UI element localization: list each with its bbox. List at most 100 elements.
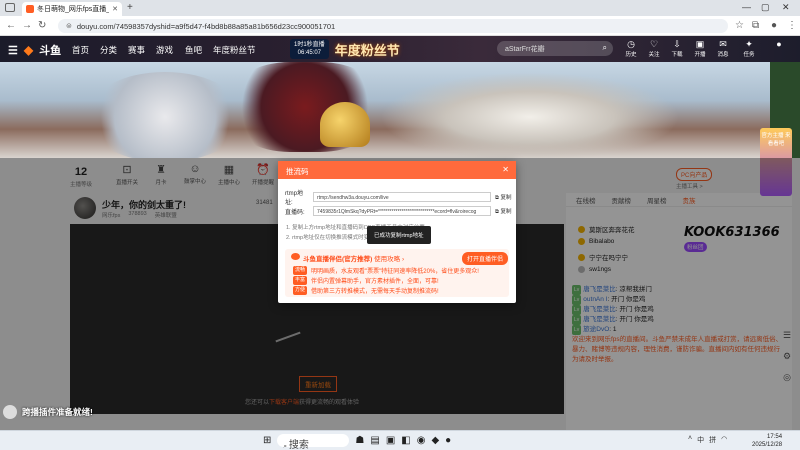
dialog-title: 推流码 — [286, 167, 309, 176]
copy-label: 复制 — [500, 208, 512, 215]
copy-code-button[interactable]: ⧉ 复制 — [495, 207, 511, 216]
festival-countdown: 1时1秒直播 06:45:07 — [290, 39, 329, 59]
app-store-icon[interactable]: ◧ — [401, 435, 410, 446]
tab-close-icon[interactable]: ✕ — [112, 5, 118, 13]
nav-games[interactable]: 游戏 — [156, 44, 173, 56]
tab-actions-icon[interactable] — [5, 3, 15, 12]
copied-toast: 已成功复制rtmp地址 — [367, 226, 431, 244]
profile-icon[interactable]: ● — [771, 20, 777, 31]
maximize-icon[interactable]: ▢ — [761, 2, 770, 13]
companion-title: 斗鱼直播伴侣(官方推荐) 使用攻略 › — [303, 253, 404, 263]
feature-line: 丰富 伴侣内置弹幕助手，官方素材插件，全面，可靠! — [293, 276, 439, 285]
app-obs-icon[interactable]: ● — [445, 435, 451, 446]
douyu-app-icon[interactable]: ◆ — [431, 435, 439, 446]
browser-tabbar: 冬日萌物_网乐fps直播_网乐fps... ✕ + — ▢ ✕ — [0, 0, 800, 16]
nav-category[interactable]: 分类 — [100, 44, 117, 56]
messages-label: 消息 — [717, 52, 729, 58]
close-icon[interactable]: ✕ — [502, 165, 509, 174]
copy-label: 复制 — [500, 194, 512, 201]
system-tray: ˄ 中 拼 ◠ — [688, 435, 727, 445]
tasks-button[interactable]: ✦ 任务 — [738, 39, 760, 58]
app-terminal-icon[interactable]: ▣ — [386, 435, 395, 446]
search-input[interactable]: aStarFrr花瓣 ⌕ — [497, 41, 613, 56]
dialog-header: 推流码 — [278, 161, 516, 179]
search-placeholder: aStarFrr花瓣 — [505, 46, 545, 53]
hamburger-icon[interactable]: ☰ — [8, 44, 18, 57]
search-icon[interactable]: ⌕ — [603, 43, 607, 53]
feature-text: 伴侣内置弹幕助手，官方素材插件，全面，可靠! — [311, 279, 439, 285]
clock-date: 2025/12/28 — [752, 442, 783, 448]
taskbar-search[interactable]: ⌕ 搜索 — [277, 434, 350, 450]
rtmp-row: rtmp地址: rtmp://sendhw3a.douyu.com/live ⧉… — [285, 188, 511, 206]
feature-tag: 丰富 — [293, 276, 308, 285]
app-game-icon[interactable]: ☗ — [355, 435, 364, 446]
menu-kebab-icon[interactable]: ⋮ — [787, 20, 797, 31]
bell-art — [320, 102, 370, 147]
open-companion-button[interactable]: 打开直播伴侣 — [462, 252, 509, 265]
extensions-icon[interactable]: ⧉ — [752, 20, 759, 31]
nav-fan-festival[interactable]: 年度粉丝节 — [213, 44, 256, 56]
companion-guide-link[interactable]: 使用攻略 › — [374, 256, 404, 263]
go-live-button[interactable]: ▣ 开播 — [689, 39, 711, 58]
ime-indicator[interactable]: 中 — [697, 435, 704, 445]
douyu-favicon-icon — [26, 5, 34, 13]
companion-app-promo: 斗鱼直播伴侣(官方推荐) 使用攻略 › 打开直播伴侣 流畅 明明画质，水友观看"票… — [285, 249, 509, 297]
stream-code-row: 直播码: 7459835r1QlmSkq?dyPRt=*************… — [285, 206, 511, 216]
chrome-icon[interactable]: ◉ — [417, 435, 426, 446]
wifi-icon[interactable]: ◠ — [721, 435, 727, 445]
address-bar-row: ← → ↻ ⊜ douyu.com/74598357dyshid=a9f5d47… — [0, 16, 800, 36]
ime-mode[interactable]: 拼 — [709, 435, 716, 445]
avatar-icon: ● — [776, 39, 782, 49]
rtmp-label: rtmp地址: — [285, 191, 304, 206]
site-info-icon[interactable]: ⊜ — [66, 22, 72, 30]
copy-icon: ⧉ — [495, 194, 499, 201]
minimize-icon[interactable]: — — [742, 2, 751, 12]
url-text: douyu.com/74598357dyshid=a9f5d47-f4bd8b8… — [76, 21, 336, 31]
douyu-companion-icon — [291, 253, 300, 260]
user-avatar[interactable]: ● — [768, 39, 790, 49]
download-label: 下载 — [671, 52, 683, 58]
windows-start-icon[interactable]: ⊞ — [263, 435, 271, 446]
history-button[interactable]: ◷ 历史 — [620, 39, 642, 58]
new-tab-button[interactable]: + — [127, 2, 133, 13]
feature-tag: 流畅 — [293, 266, 308, 275]
copy-rtmp-button[interactable]: ⧉ 复制 — [495, 193, 511, 202]
go-live-label: 开播 — [694, 52, 706, 58]
follow-list-button[interactable]: ♡ 关注 — [643, 39, 665, 58]
browser-tab-active[interactable]: 冬日萌物_网乐fps直播_网乐fps... ✕ — [22, 2, 122, 16]
snow-cloud-art — [380, 72, 680, 158]
stream-key-dialog: 推流码 ✕ rtmp地址: rtmp://sendhw3a.douyu.com/… — [278, 161, 516, 303]
tray-chevron-icon[interactable]: ˄ — [688, 435, 692, 445]
nav-events[interactable]: 赛事 — [128, 44, 145, 56]
file-explorer-icon[interactable]: ▤ — [370, 435, 379, 446]
feature-line: 方便 借助第三方转推模式，无需每天手动复制推流码! — [293, 286, 439, 295]
rtmp-url-field[interactable]: rtmp://sendhw3a.douyu.com/live — [313, 192, 491, 202]
bell-icon: ✉ — [719, 39, 727, 49]
logo-text: 斗鱼 — [39, 45, 62, 57]
url-field[interactable]: ⊜ douyu.com/74598357dyshid=a9f5d47-f4bd8… — [58, 19, 728, 33]
close-window-icon[interactable]: ✕ — [782, 2, 790, 13]
room-banner-art — [0, 62, 800, 158]
nav-fishbar[interactable]: 鱼吧 — [185, 44, 202, 56]
douyu-logo-icon: ◆ — [23, 43, 34, 57]
clock-icon: ◷ — [627, 39, 635, 49]
stream-code-field[interactable]: 7459835r1QlmSkq?dyPRt=******************… — [313, 206, 491, 216]
follow-label: 关注 — [648, 52, 660, 58]
site-logo[interactable]: ☰ ◆ 斗鱼 — [8, 42, 61, 58]
forward-icon[interactable]: → — [22, 20, 32, 31]
messages-button[interactable]: ✉ 消息 — [712, 39, 734, 58]
fan-festival-banner[interactable]: 1时1秒直播 06:45:07 年度粉丝节 — [290, 38, 480, 60]
nav-home[interactable]: 首页 — [72, 44, 89, 56]
plugin-ready-notice: 跨播插件准备就绪! — [3, 405, 93, 419]
plugin-icon — [3, 405, 17, 419]
system-clock[interactable]: 17:54 2025/12/28 — [752, 433, 782, 449]
back-icon[interactable]: ← — [6, 20, 16, 31]
reload-icon[interactable]: ↻ — [38, 20, 46, 31]
bookmark-star-icon[interactable]: ☆ — [735, 20, 744, 31]
tab-title: 冬日萌物_网乐fps直播_网乐fps... — [37, 6, 109, 13]
companion-name: 斗鱼直播伴侣(官方推荐) — [303, 256, 373, 263]
history-label: 历史 — [625, 52, 637, 58]
heart-icon: ♡ — [649, 39, 659, 49]
download-button[interactable]: ⇩ 下载 — [666, 39, 688, 58]
camera-icon: ▣ — [695, 39, 705, 49]
